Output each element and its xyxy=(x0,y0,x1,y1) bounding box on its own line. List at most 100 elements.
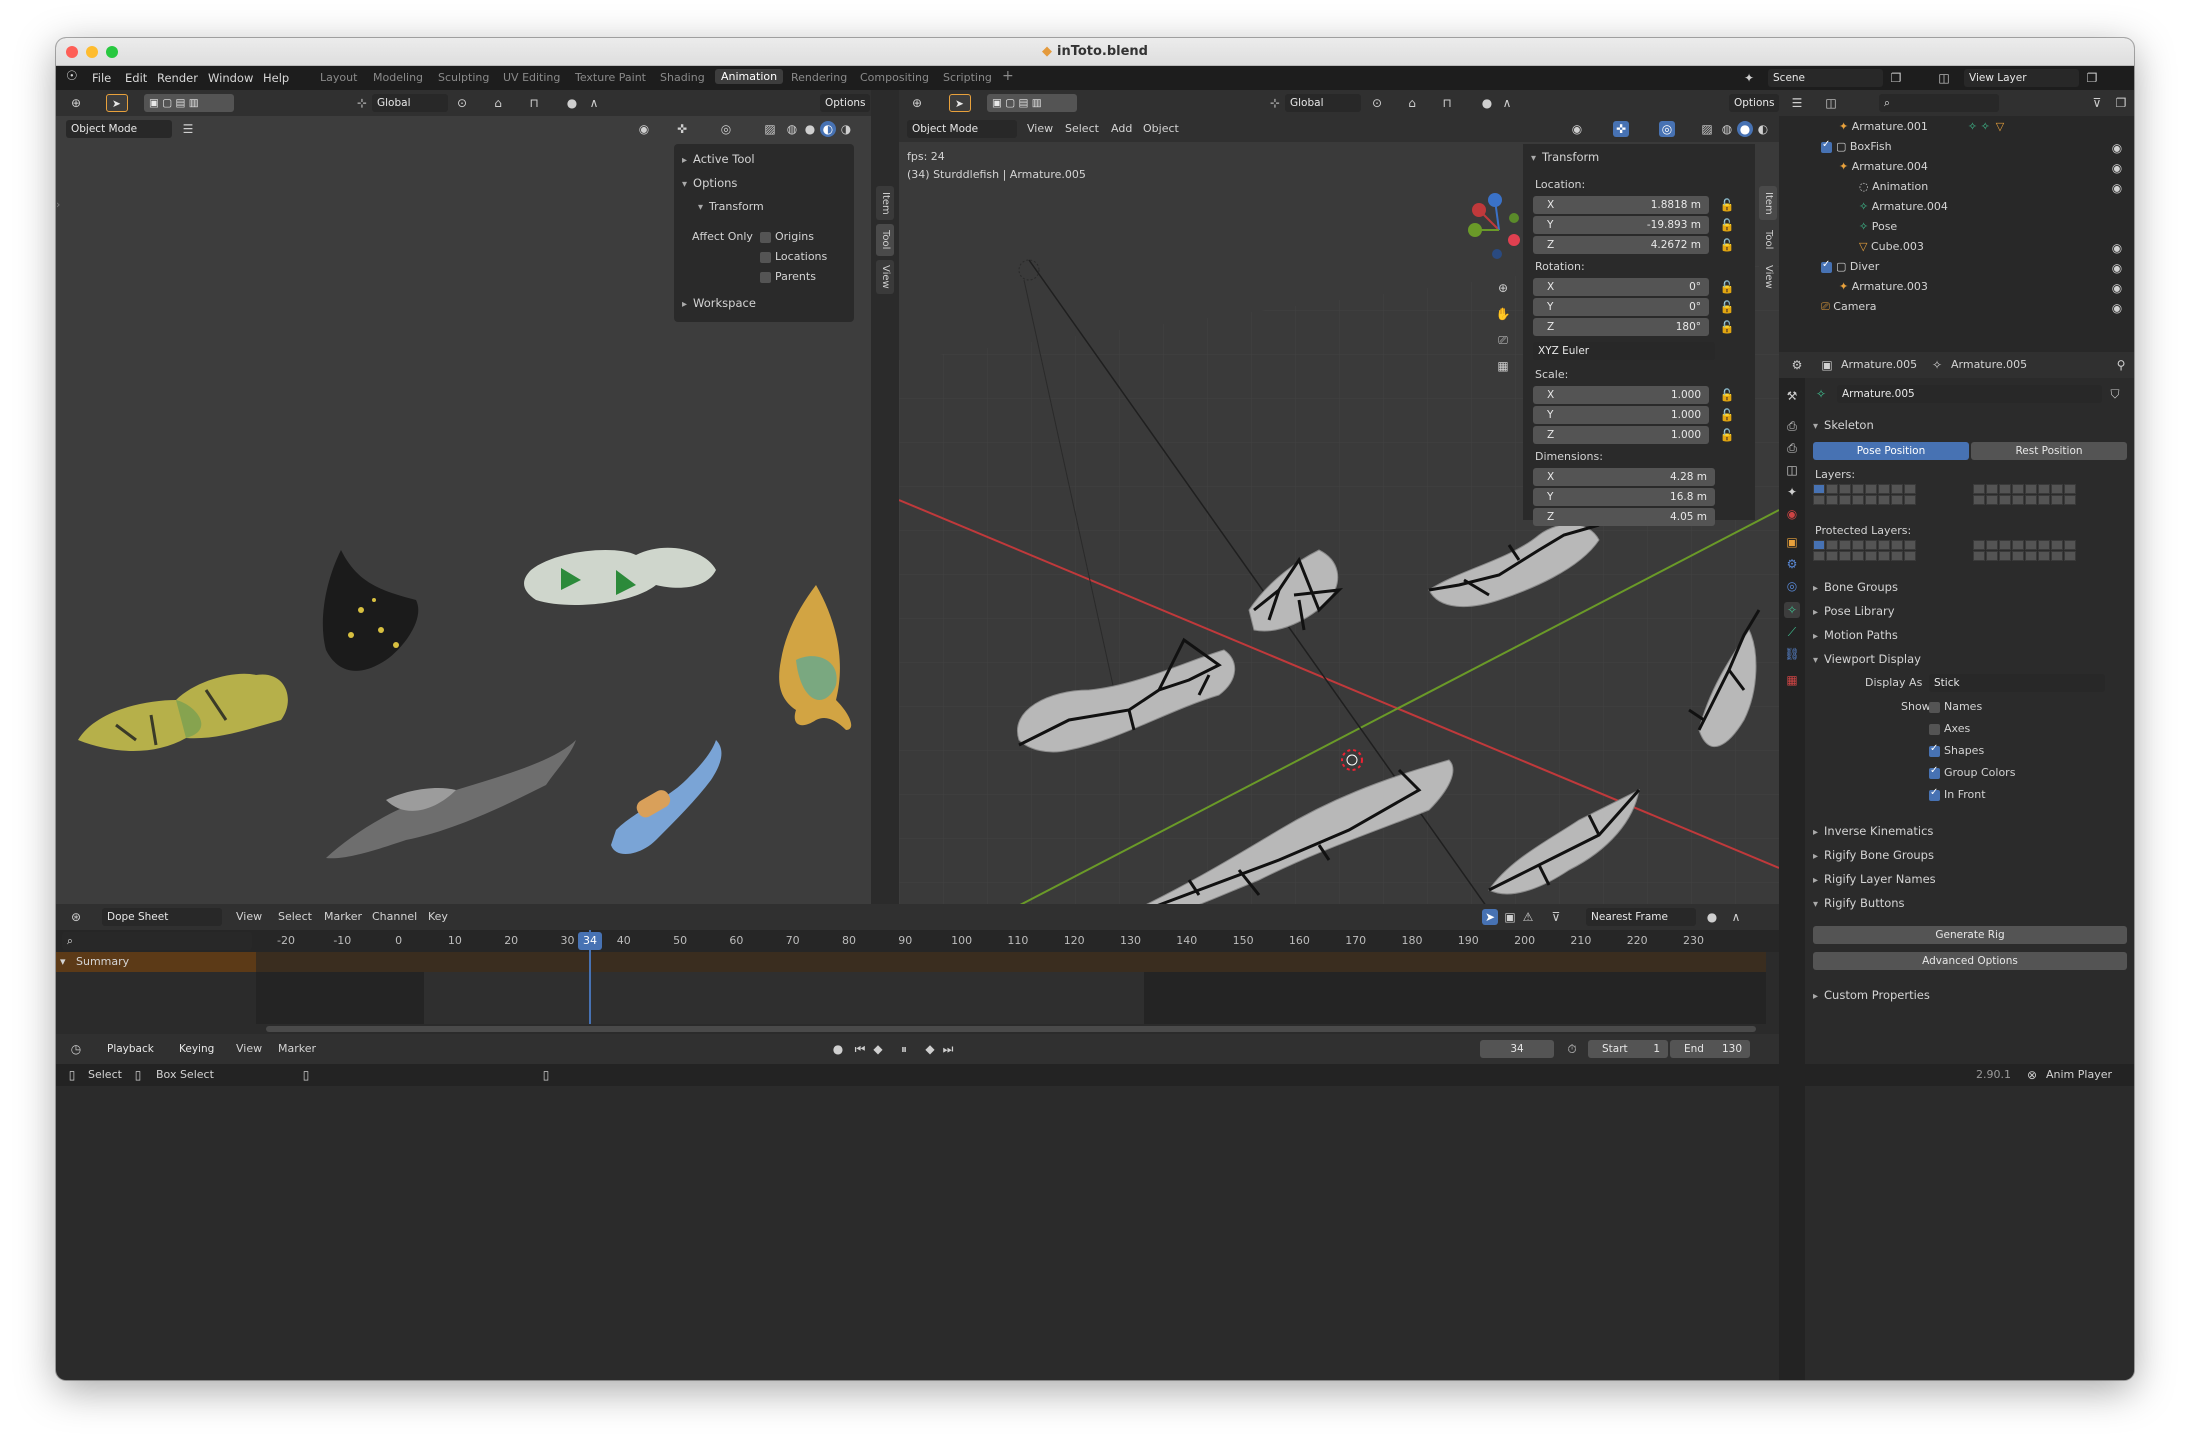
dimensions-y-field[interactable]: Y 16.8 m xyxy=(1533,488,1715,506)
layer-toggle[interactable] xyxy=(1865,484,1877,494)
left-mode-dropdown[interactable]: Object Mode xyxy=(66,120,172,138)
dopesheet-menu-select[interactable]: Select xyxy=(278,910,312,923)
eye-icon[interactable]: ◉ xyxy=(2109,260,2125,276)
dopesheet-menu-view[interactable]: View xyxy=(236,910,262,923)
lock-scale-x-icon[interactable]: 🔓 xyxy=(1719,387,1735,403)
layer-toggle[interactable] xyxy=(1878,551,1890,561)
layer-toggle[interactable] xyxy=(1852,540,1864,550)
add-workspace-button[interactable]: + xyxy=(1002,68,1014,84)
scale-z-field[interactable]: Z 1.000 xyxy=(1533,426,1709,444)
show-hidden-icon[interactable]: ▣ xyxy=(1502,909,1518,925)
outliner-search-input[interactable]: ⌕ xyxy=(1879,94,1999,112)
layer-toggle[interactable] xyxy=(1904,495,1916,505)
menu-edit[interactable]: Edit xyxy=(125,71,147,85)
dopesheet-menu-channel[interactable]: Channel xyxy=(372,910,417,923)
lock-scale-y-icon[interactable]: 🔓 xyxy=(1719,407,1735,423)
layer-toggle[interactable] xyxy=(1826,540,1838,550)
outliner-row[interactable]: ▢ BoxFish xyxy=(1821,139,1892,160)
eye-icon[interactable]: ◉ xyxy=(2109,180,2125,196)
perspective-grid-icon[interactable]: ▦ xyxy=(1495,358,1511,374)
main-3d-viewport[interactable]: ⊕ ➤ ▣ ▢ ▤ ▥ ⊹ Global ⊙ ⌂ ⊓ ● ∧ Options O… xyxy=(899,90,1779,904)
zoom-icon[interactable]: ⊕ xyxy=(1495,280,1511,296)
menu-file[interactable]: File xyxy=(92,71,111,85)
parents-checkbox-box[interactable] xyxy=(760,271,771,283)
world-tab-icon[interactable]: ◉ xyxy=(1784,506,1800,522)
layer-toggle[interactable] xyxy=(2025,484,2037,494)
main-tab-view[interactable]: View xyxy=(1759,260,1777,294)
generate-rig-button[interactable]: Generate Rig xyxy=(1813,926,2127,944)
layer-toggle[interactable] xyxy=(1891,551,1903,561)
end-frame-field[interactable]: End 130 xyxy=(1670,1040,1750,1058)
left-options-dropdown[interactable]: Options xyxy=(820,94,870,112)
main-orientation-dropdown[interactable]: Global xyxy=(1285,94,1361,112)
breadcrumb-object[interactable]: Armature.005 xyxy=(1841,358,1917,371)
layer-toggle[interactable] xyxy=(1826,484,1838,494)
summary-channel[interactable]: ▾ Summary xyxy=(56,952,256,972)
snap-target-icon[interactable]: ⊓ xyxy=(526,95,542,111)
origins-checkbox[interactable]: Origins xyxy=(760,230,814,243)
rigify-layer-names-section[interactable]: Rigify Layer Names xyxy=(1813,872,1936,886)
layer-toggle[interactable] xyxy=(1986,551,1998,561)
main-falloff-icon[interactable]: ∧ xyxy=(1499,95,1515,111)
layer-toggle[interactable] xyxy=(1973,495,1985,505)
rigify-buttons-section[interactable]: Rigify Buttons xyxy=(1813,896,1905,910)
eye-icon[interactable]: ◉ xyxy=(2109,300,2125,316)
scale-y-field[interactable]: Y 1.000 xyxy=(1533,406,1709,424)
dimensions-z-field[interactable]: Z 4.05 m xyxy=(1533,508,1715,526)
layer-toggle[interactable] xyxy=(1826,495,1838,505)
layer-toggle[interactable] xyxy=(2064,540,2076,550)
layer-toggle[interactable] xyxy=(1826,551,1838,561)
motion-paths-section[interactable]: Motion Paths xyxy=(1813,628,1898,642)
object-tab-icon[interactable]: ▣ xyxy=(1784,534,1800,550)
workspace-tab-rendering[interactable]: Rendering xyxy=(791,71,847,84)
cancel-icon[interactable]: ⊗ xyxy=(2024,1067,2040,1083)
axes-checkbox-box[interactable] xyxy=(1929,723,1940,735)
rotation-z-field[interactable]: Z 180° xyxy=(1533,318,1709,336)
main-select-tool-icon[interactable]: ➤ xyxy=(949,94,971,112)
scene-tab-icon[interactable]: ✦ xyxy=(1784,484,1800,500)
location-z-field[interactable]: Z 4.2672 m xyxy=(1533,236,1709,254)
left-3d-viewport[interactable]: ⊕ ➤ ▣ ▢ ▤ ▥ ⊹ Global ⊙ ⌂ ⊓ ● ∧ Options O… xyxy=(56,90,892,904)
layer-toggle[interactable] xyxy=(1813,484,1825,494)
overlay-icon[interactable]: ◎ xyxy=(718,121,734,137)
locations-checkbox-box[interactable] xyxy=(760,251,771,263)
horizontal-scrollbar[interactable] xyxy=(266,1026,1756,1032)
lock-rotation-y-icon[interactable]: 🔓 xyxy=(1719,299,1735,315)
viewport-display-section[interactable]: Viewport Display xyxy=(1813,652,1921,666)
workspace-tab-scripting[interactable]: Scripting xyxy=(943,71,992,84)
names-checkbox-box[interactable] xyxy=(1929,701,1940,713)
main-proportional-icon[interactable]: ● xyxy=(1479,95,1495,111)
layer-toggle[interactable] xyxy=(1904,484,1916,494)
jump-keyframe-forward-icon[interactable]: ◆ xyxy=(922,1041,938,1057)
outliner-row[interactable]: ◌ Animation xyxy=(1859,180,1928,200)
skeleton-section[interactable]: Skeleton xyxy=(1813,418,1874,432)
layer-toggle[interactable] xyxy=(1904,540,1916,550)
layer-toggle[interactable] xyxy=(1999,484,2011,494)
snap-mode-dropdown[interactable]: Nearest Frame xyxy=(1586,908,1696,926)
outliner-row[interactable]: ✦ Armature.003 xyxy=(1839,280,1928,300)
lock-rotation-x-icon[interactable]: 🔓 xyxy=(1719,279,1735,295)
armature-datablock-field[interactable]: Armature.005 xyxy=(1837,385,2102,403)
scene-selector[interactable]: Scene xyxy=(1768,69,1883,87)
layer-toggle[interactable] xyxy=(1986,495,1998,505)
timeline-menu-marker[interactable]: Marker xyxy=(278,1042,316,1055)
layer-toggle[interactable] xyxy=(1839,540,1851,550)
location-x-field[interactable]: X 1.8818 m xyxy=(1533,196,1709,214)
selection-mode-buttons[interactable]: ▣ ▢ ▤ ▥ xyxy=(144,94,234,112)
new-view-layer-icon[interactable]: ❐ xyxy=(2084,70,2100,86)
pin-icon[interactable]: ⚲ xyxy=(2113,357,2129,373)
start-frame-field[interactable]: Start 1 xyxy=(1588,1040,1668,1058)
layer-toggle[interactable] xyxy=(1813,540,1825,550)
dope-sheet-editor-icon[interactable]: ⊛ xyxy=(68,909,84,925)
layer-toggle[interactable] xyxy=(1813,495,1825,505)
layer-toggle[interactable] xyxy=(1973,484,1985,494)
render-tab-icon[interactable]: ⎙ xyxy=(1784,418,1800,434)
display-mode-icon[interactable]: ◫ xyxy=(1823,95,1839,111)
rotation-y-field[interactable]: Y 0° xyxy=(1533,298,1709,316)
rigify-bone-groups-section[interactable]: Rigify Bone Groups xyxy=(1813,848,1934,862)
properties-editor-icon[interactable]: ⚙ xyxy=(1789,357,1805,373)
dopesheet-filter-icon[interactable]: ⊽ xyxy=(1548,909,1564,925)
collection-checkbox[interactable] xyxy=(1821,139,1832,153)
layer-toggle[interactable] xyxy=(2038,495,2050,505)
lock-rotation-z-icon[interactable]: 🔓 xyxy=(1719,319,1735,335)
